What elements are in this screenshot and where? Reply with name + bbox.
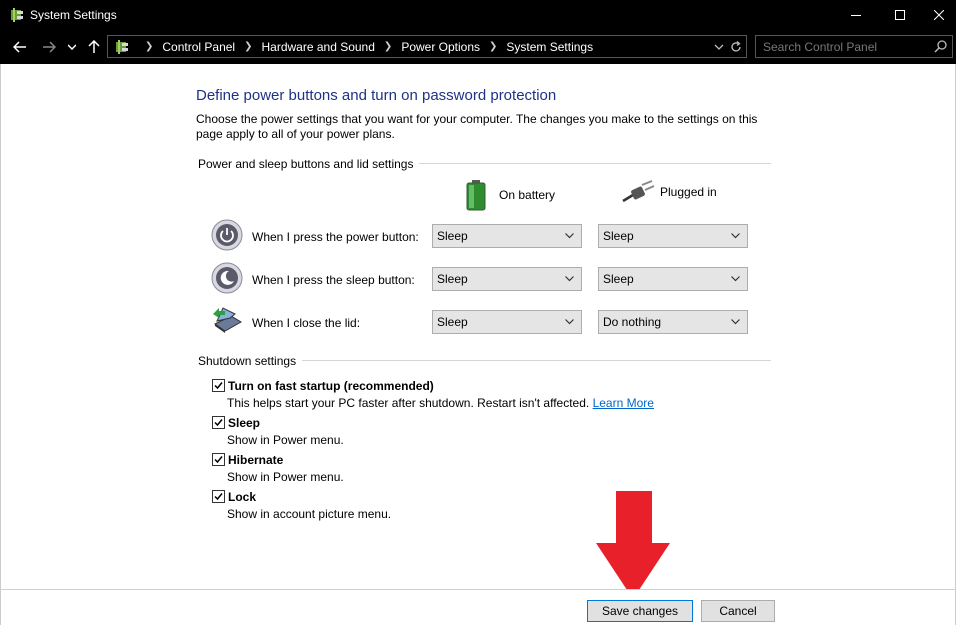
minimize-button[interactable]	[833, 0, 879, 30]
maximize-button[interactable]	[877, 0, 923, 30]
search-input[interactable]	[756, 36, 931, 57]
address-dropdown-icon[interactable]	[714, 44, 724, 50]
select-value: Sleep	[603, 229, 634, 243]
hibernate-description: Show in Power menu.	[227, 470, 344, 484]
chevron-right-icon: ❯	[145, 41, 154, 52]
chevron-right-icon[interactable]: ❯	[489, 41, 497, 52]
close-icon	[933, 10, 944, 20]
up-arrow-icon	[88, 40, 100, 53]
main-content: Define power buttons and turn on passwor…	[0, 64, 956, 589]
maximize-icon	[895, 10, 905, 20]
sleep-button-plugged-select[interactable]: Sleep	[598, 267, 748, 291]
chevron-down-icon	[565, 233, 574, 239]
fast-startup-description: This helps start your PC faster after sh…	[227, 396, 654, 410]
select-value: Do nothing	[603, 315, 662, 329]
chevron-down-icon	[731, 276, 740, 282]
power-section-title: Power and sleep buttons and lid settings	[198, 157, 420, 171]
page-description: Choose the power settings that you want …	[196, 112, 758, 141]
sleep-label[interactable]: Sleep	[228, 416, 260, 430]
shutdown-section-title: Shutdown settings	[198, 354, 303, 368]
select-value: Sleep	[437, 229, 468, 243]
control-panel-icon	[116, 39, 128, 54]
title-bar: System Settings	[0, 0, 956, 30]
lock-description: Show in account picture menu.	[227, 507, 392, 521]
page-title: Define power buttons and turn on passwor…	[196, 87, 557, 104]
checkmark-icon	[214, 419, 223, 427]
breadcrumb-item[interactable]: Hardware and Sound	[262, 40, 375, 54]
select-value: Sleep	[603, 272, 634, 286]
cancel-button[interactable]: Cancel	[701, 600, 775, 622]
plugged-column-header: Plugged in	[621, 179, 717, 205]
sleep-description: Show in Power menu.	[227, 433, 344, 447]
search-icon	[934, 40, 947, 53]
forward-arrow-icon	[43, 41, 56, 53]
breadcrumb-item[interactable]: Control Panel	[162, 40, 235, 54]
checkmark-icon	[214, 493, 223, 501]
control-panel-icon	[11, 8, 23, 22]
up-button[interactable]	[85, 38, 103, 56]
minimize-icon	[851, 15, 861, 16]
breadcrumb: ❯ Control Panel ❯ Hardware and Sound ❯ P…	[110, 36, 593, 57]
sleep-button-label: When I press the sleep button:	[252, 273, 415, 287]
lock-checkbox[interactable]	[212, 490, 225, 503]
refresh-icon[interactable]	[730, 40, 742, 53]
address-bar[interactable]: ❯ Control Panel ❯ Hardware and Sound ❯ P…	[107, 35, 747, 58]
fast-startup-label[interactable]: Turn on fast startup (recommended)	[228, 379, 434, 393]
battery-column-label: On battery	[499, 188, 556, 202]
breadcrumb-item[interactable]: Power Options	[401, 40, 480, 54]
search-box[interactable]	[755, 35, 953, 58]
laptop-lid-icon	[213, 307, 242, 333]
select-value: Sleep	[437, 315, 468, 329]
chevron-down-icon	[565, 319, 574, 325]
forward-button[interactable]	[40, 38, 58, 56]
lid-battery-select[interactable]: Sleep	[432, 310, 582, 334]
lid-plugged-select[interactable]: Do nothing	[598, 310, 748, 334]
sleep-button-battery-select[interactable]: Sleep	[432, 267, 582, 291]
hibernate-checkbox[interactable]	[212, 453, 225, 466]
chevron-down-icon	[731, 319, 740, 325]
back-arrow-icon	[13, 41, 26, 53]
select-value: Sleep	[437, 272, 468, 286]
power-plug-icon	[622, 180, 655, 203]
chevron-down-icon	[565, 276, 574, 282]
lid-label: When I close the lid:	[252, 316, 361, 330]
power-button-label: When I press the power button:	[252, 230, 419, 244]
chevron-right-icon[interactable]: ❯	[384, 41, 392, 52]
learn-more-link[interactable]: Learn More	[593, 396, 654, 410]
hibernate-label[interactable]: Hibernate	[228, 453, 283, 467]
chevron-down-icon	[731, 233, 740, 239]
footer-bar: Save changes Cancel	[0, 589, 956, 625]
fast-startup-checkbox[interactable]	[212, 379, 225, 392]
save-changes-button[interactable]: Save changes	[587, 600, 693, 622]
fast-startup-desc-text: This helps start your PC faster after sh…	[227, 396, 590, 410]
recent-locations-button[interactable]	[65, 38, 79, 56]
power-button-battery-select[interactable]: Sleep	[432, 224, 582, 248]
battery-icon	[466, 180, 486, 211]
address-tools	[714, 36, 742, 57]
chevron-right-icon[interactable]: ❯	[244, 41, 252, 52]
chevron-down-icon	[68, 44, 76, 50]
window-title: System Settings	[30, 8, 117, 22]
sleep-button-icon	[211, 262, 243, 294]
checkmark-icon	[214, 456, 223, 464]
lock-label[interactable]: Lock	[228, 490, 256, 504]
power-button-plugged-select[interactable]: Sleep	[598, 224, 748, 248]
sleep-checkbox[interactable]	[212, 416, 225, 429]
breadcrumb-item[interactable]: System Settings	[506, 40, 593, 54]
battery-column-header: On battery	[465, 179, 555, 211]
power-button-icon	[211, 219, 243, 251]
close-button[interactable]	[921, 0, 956, 30]
red-arrow-annotation	[596, 491, 670, 599]
back-button[interactable]	[11, 38, 29, 56]
plugged-column-label: Plugged in	[660, 185, 717, 199]
checkmark-icon	[214, 382, 223, 390]
